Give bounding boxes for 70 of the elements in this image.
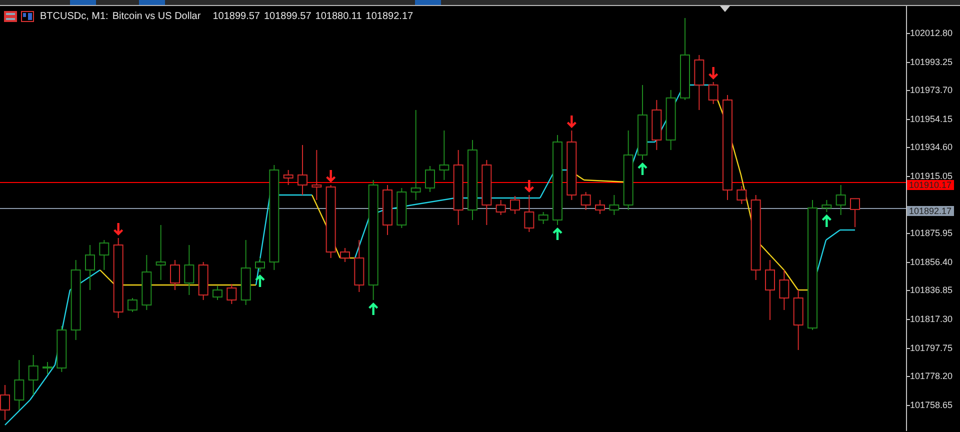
down-arrow-icon (566, 114, 577, 128)
candlestick (212, 286, 222, 300)
candlestick (736, 185, 747, 204)
candlestick (439, 130, 450, 180)
up-arrow-icon (254, 274, 266, 288)
up-arrow-icon (637, 162, 648, 176)
candlestick (312, 150, 322, 200)
toolbar-tab[interactable] (70, 0, 96, 5)
toolbar-tab[interactable] (415, 0, 441, 5)
candlestick (765, 260, 775, 320)
price-tag: 101910.17 (907, 180, 954, 190)
ohlc-value: 101880.11 (315, 10, 362, 24)
chart-list-icon[interactable] (4, 11, 17, 22)
candlestick (425, 165, 435, 192)
candlestick (595, 199, 605, 214)
candlestick (850, 198, 860, 228)
candlestick (538, 211, 548, 224)
candlestick (609, 194, 620, 216)
price-tick-label: 101856.40 (910, 256, 953, 267)
candlestick (524, 194, 534, 233)
candlestick (836, 184, 846, 216)
price-tick-label: 101973.70 (910, 85, 953, 96)
candlestick (156, 224, 166, 280)
down-arrow-icon (708, 66, 718, 80)
up-arrow-icon (552, 227, 563, 242)
candlestick (822, 199, 832, 212)
candlestick (510, 196, 520, 214)
candlestick (779, 269, 790, 311)
candlestick (28, 354, 38, 396)
down-arrow-icon (113, 222, 124, 236)
candlestick (496, 199, 506, 216)
price-tick-label: 101934.60 (910, 142, 953, 152)
price-tick-label: 101993.25 (910, 56, 953, 67)
symbol-description: Bitcoin vs US Dollar (112, 10, 201, 24)
price-tick-label: 102012.80 (910, 28, 953, 38)
candlestick (298, 144, 308, 196)
down-arrow-icon (524, 178, 534, 193)
candlestick (170, 260, 180, 290)
candlestick (85, 244, 95, 290)
up-arrow-icon (368, 302, 378, 316)
chart-window-icon[interactable] (21, 11, 34, 22)
ohlc-value: 101899.57 (212, 10, 260, 24)
candlestick (42, 361, 52, 374)
price-tag: 101892.17 (907, 206, 954, 216)
candlestick (99, 240, 110, 270)
price-tick-label: 101758.65 (910, 400, 953, 410)
down-arrow-icon (326, 168, 336, 183)
candlestick (226, 283, 237, 304)
price-tick-label: 101797.75 (910, 342, 953, 353)
symbol-label: BTCUSDc, M1: (40, 10, 108, 24)
up-arrow-icon (822, 214, 832, 228)
price-tick-label: 101954.15 (910, 114, 953, 124)
toolbar-tab[interactable] (139, 0, 165, 5)
price-tick-label: 101915.05 (910, 171, 953, 181)
price-tick-label: 101778.20 (910, 371, 953, 382)
ohlc-value: 101892.17 (366, 10, 414, 24)
candlestick (14, 359, 24, 410)
candlestick (340, 248, 350, 262)
candlestick (283, 170, 294, 186)
ohlc-value: 101899.57 (264, 10, 312, 24)
candlestick (0, 384, 10, 420)
candlestick (708, 81, 718, 104)
candlestick (580, 191, 591, 210)
candlestick (410, 109, 421, 200)
candlestick (184, 244, 194, 296)
price-tick-label: 101817.30 (910, 314, 953, 324)
price-tick-label: 101875.95 (910, 228, 953, 238)
candlestick (255, 258, 265, 272)
price-tick-label: 101836.85 (910, 285, 953, 296)
candlestick (128, 297, 138, 312)
